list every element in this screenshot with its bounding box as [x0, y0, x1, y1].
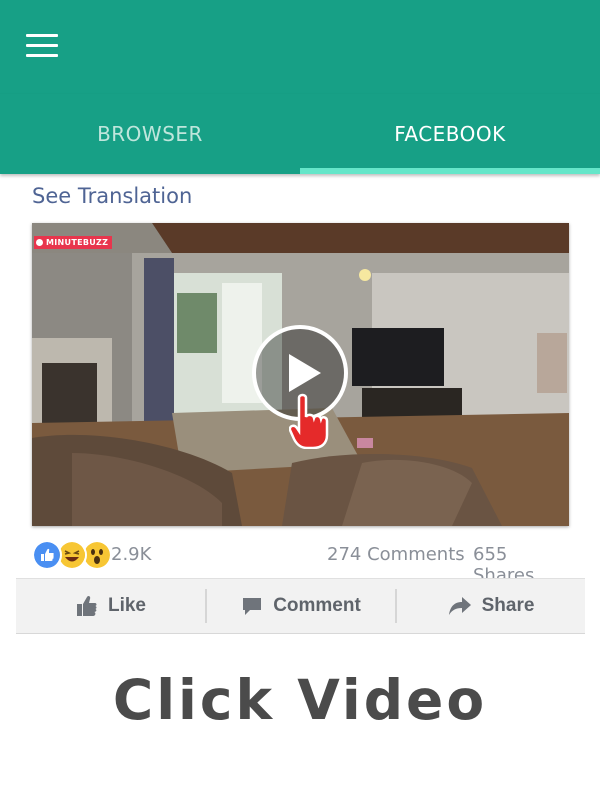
tab-facebook[interactable]: FACEBOOK [300, 94, 600, 174]
comments-count[interactable]: 274 Comments [327, 544, 465, 565]
like-reaction-icon[interactable] [32, 540, 62, 570]
app-bar [0, 0, 600, 94]
post-action-bar: Like Comment Share [16, 578, 585, 634]
share-label: Share [481, 595, 535, 616]
thumbs-up-icon [76, 595, 97, 616]
comment-label: Comment [273, 595, 361, 616]
like-button[interactable]: Like [16, 579, 206, 633]
minutebuzz-badge: MINUTEBUZZ [34, 236, 113, 249]
hand-pointer-icon [289, 393, 329, 449]
active-tab-indicator [300, 168, 600, 174]
comment-icon [243, 598, 262, 615]
reactions-bar: 2.9K 274 Comments 655 Shares [32, 538, 569, 586]
video-player[interactable]: MINUTEBUZZ [32, 223, 569, 526]
instruction-caption: Click Video [112, 668, 488, 732]
see-translation-link[interactable]: See Translation [32, 184, 192, 208]
reaction-count[interactable]: 2.9K [111, 544, 151, 565]
comment-button[interactable]: Comment [207, 579, 395, 633]
hamburger-menu-icon[interactable] [26, 34, 60, 60]
tab-browser[interactable]: BROWSER [0, 94, 300, 174]
like-label: Like [107, 595, 147, 616]
share-button[interactable]: Share [397, 579, 585, 633]
share-arrow-icon [448, 597, 471, 615]
tab-bar: BROWSER FACEBOOK [0, 94, 600, 174]
